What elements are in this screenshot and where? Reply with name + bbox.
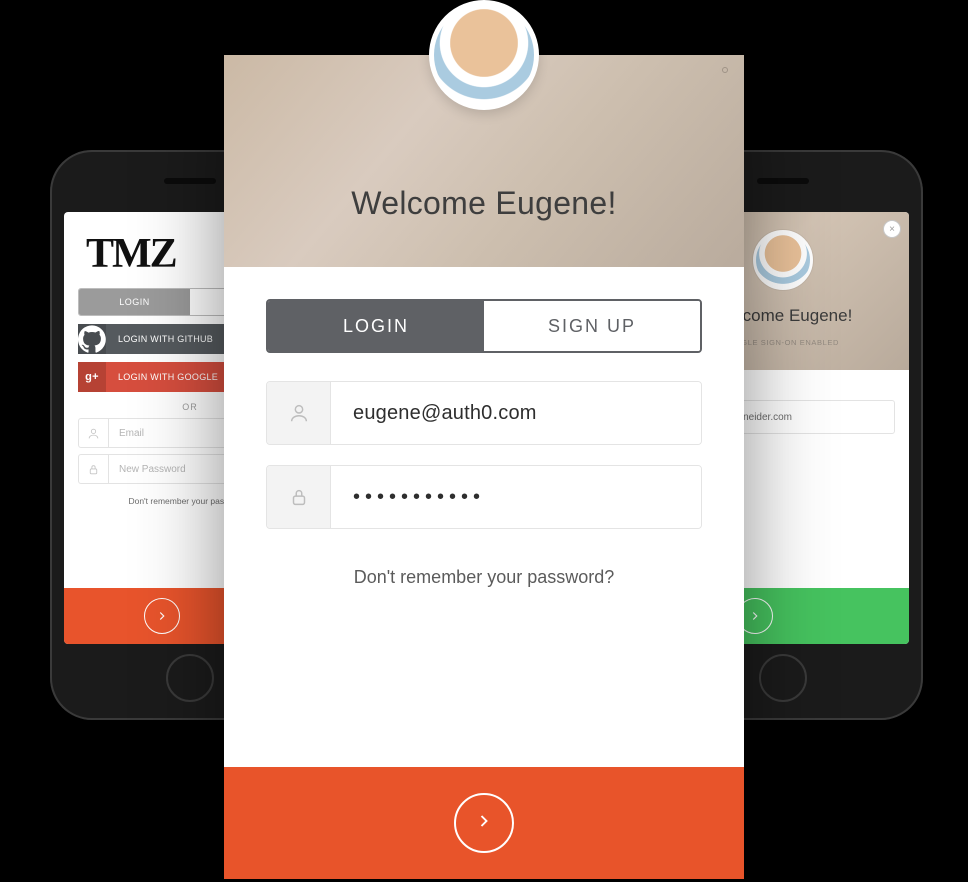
close-icon: × bbox=[889, 224, 895, 235]
submit-button[interactable] bbox=[454, 793, 514, 853]
auth-tabs: LOGIN SIGN UP bbox=[266, 299, 702, 353]
lock-header: Welcome Eugene! bbox=[224, 55, 744, 267]
google-login-label: LOGIN WITH GOOGLE bbox=[106, 372, 218, 382]
password-input[interactable] bbox=[331, 466, 701, 528]
tab-signup[interactable]: SIGN UP bbox=[484, 301, 700, 351]
lock-icon bbox=[79, 455, 109, 483]
lock-icon bbox=[267, 466, 331, 528]
email-field[interactable] bbox=[266, 381, 702, 445]
welcome-text: Welcome Eugene! bbox=[224, 185, 744, 222]
forgot-password-link[interactable]: Don't remember your password? bbox=[266, 567, 702, 588]
chevron-right-icon bbox=[474, 811, 494, 836]
password-placeholder-mini: New Password bbox=[109, 464, 186, 475]
password-field[interactable] bbox=[266, 465, 702, 529]
stage: TMZ LOGIN SIGN UP LOGIN WITH GITHUB g+ L… bbox=[0, 0, 968, 882]
email-input[interactable] bbox=[331, 382, 701, 444]
options-indicator-icon bbox=[722, 67, 728, 73]
close-button[interactable]: × bbox=[883, 220, 901, 238]
lock-footer bbox=[224, 767, 744, 879]
tab-login[interactable]: LOGIN bbox=[268, 301, 484, 351]
github-icon bbox=[78, 324, 106, 354]
google-plus-icon: g+ bbox=[78, 362, 106, 392]
user-icon bbox=[79, 419, 109, 447]
lock-dialog: Welcome Eugene! LOGIN SIGN UP Don't reme… bbox=[224, 55, 744, 879]
github-login-label: LOGIN WITH GITHUB bbox=[106, 334, 213, 344]
email-placeholder-mini: Email bbox=[109, 428, 144, 439]
tab-login-mini[interactable]: LOGIN bbox=[79, 289, 190, 315]
avatar bbox=[429, 0, 539, 110]
avatar bbox=[753, 230, 813, 290]
submit-button-mini[interactable] bbox=[144, 598, 180, 634]
user-icon bbox=[267, 382, 331, 444]
lock-body: LOGIN SIGN UP Don't remember your passwo… bbox=[224, 267, 744, 588]
